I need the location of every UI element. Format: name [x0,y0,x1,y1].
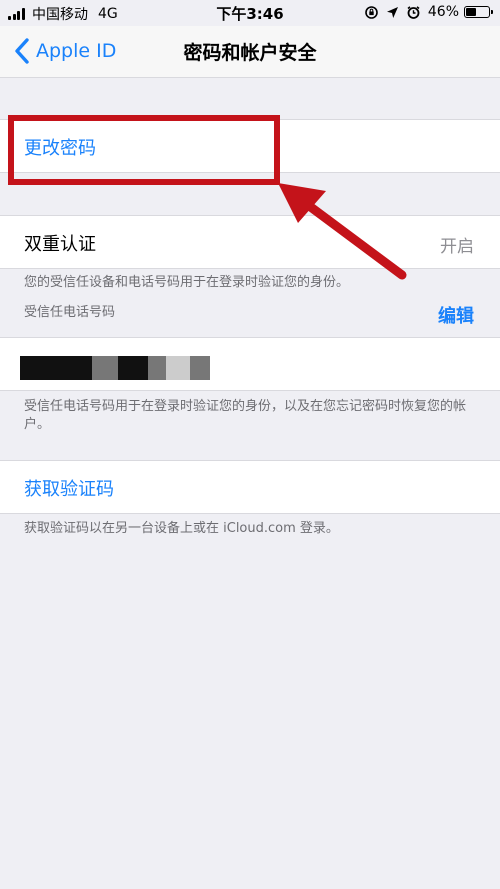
navigation-bar: Apple ID 密码和帐户安全 [0,26,500,78]
annotation-arrow-icon [278,183,407,280]
two-factor-cell: 双重认证 开启 [0,215,500,269]
password-security-screen: 中国移动 4G 下午3:46 46% Apple ID 密码和帐户安全 更改密码 [0,0,500,889]
redacted-phone-part [190,356,210,380]
redacted-phone-part [20,356,92,380]
edit-button[interactable]: 编辑 [438,302,474,328]
two-factor-label: 双重认证 [24,234,96,255]
redacted-phone-part [118,356,148,380]
trusted-phone-footnote: 受信任电话号码用于在登录时验证您的身份，以及在您忘记密码时恢复您的帐户。 [24,399,467,432]
redacted-phone-part [92,356,118,380]
trusted-phone-cell[interactable] [0,337,500,391]
redacted-phone-part [166,356,190,380]
status-bar: 中国移动 4G 下午3:46 46% [0,0,500,26]
annotation-highlight-box [8,115,280,185]
redacted-phone-part [148,356,166,380]
battery-icon [464,6,493,18]
verification-footnote: 获取验证码以在另一台设备上或在 iCloud.com 登录。 [24,521,339,536]
two-factor-status: 开启 [440,237,474,257]
get-verification-code-cell[interactable]: 获取验证码 [0,460,500,514]
get-verification-code-label: 获取验证码 [24,479,114,500]
page-title: 密码和帐户安全 [183,42,317,64]
status-right: 46% [359,4,493,20]
battery-percentage: 46% [427,4,459,20]
trusted-phone-header: 受信任电话号码 [24,305,116,320]
alarm-icon [406,4,422,20]
orientation-lock-icon [364,4,380,20]
location-icon [385,4,401,20]
